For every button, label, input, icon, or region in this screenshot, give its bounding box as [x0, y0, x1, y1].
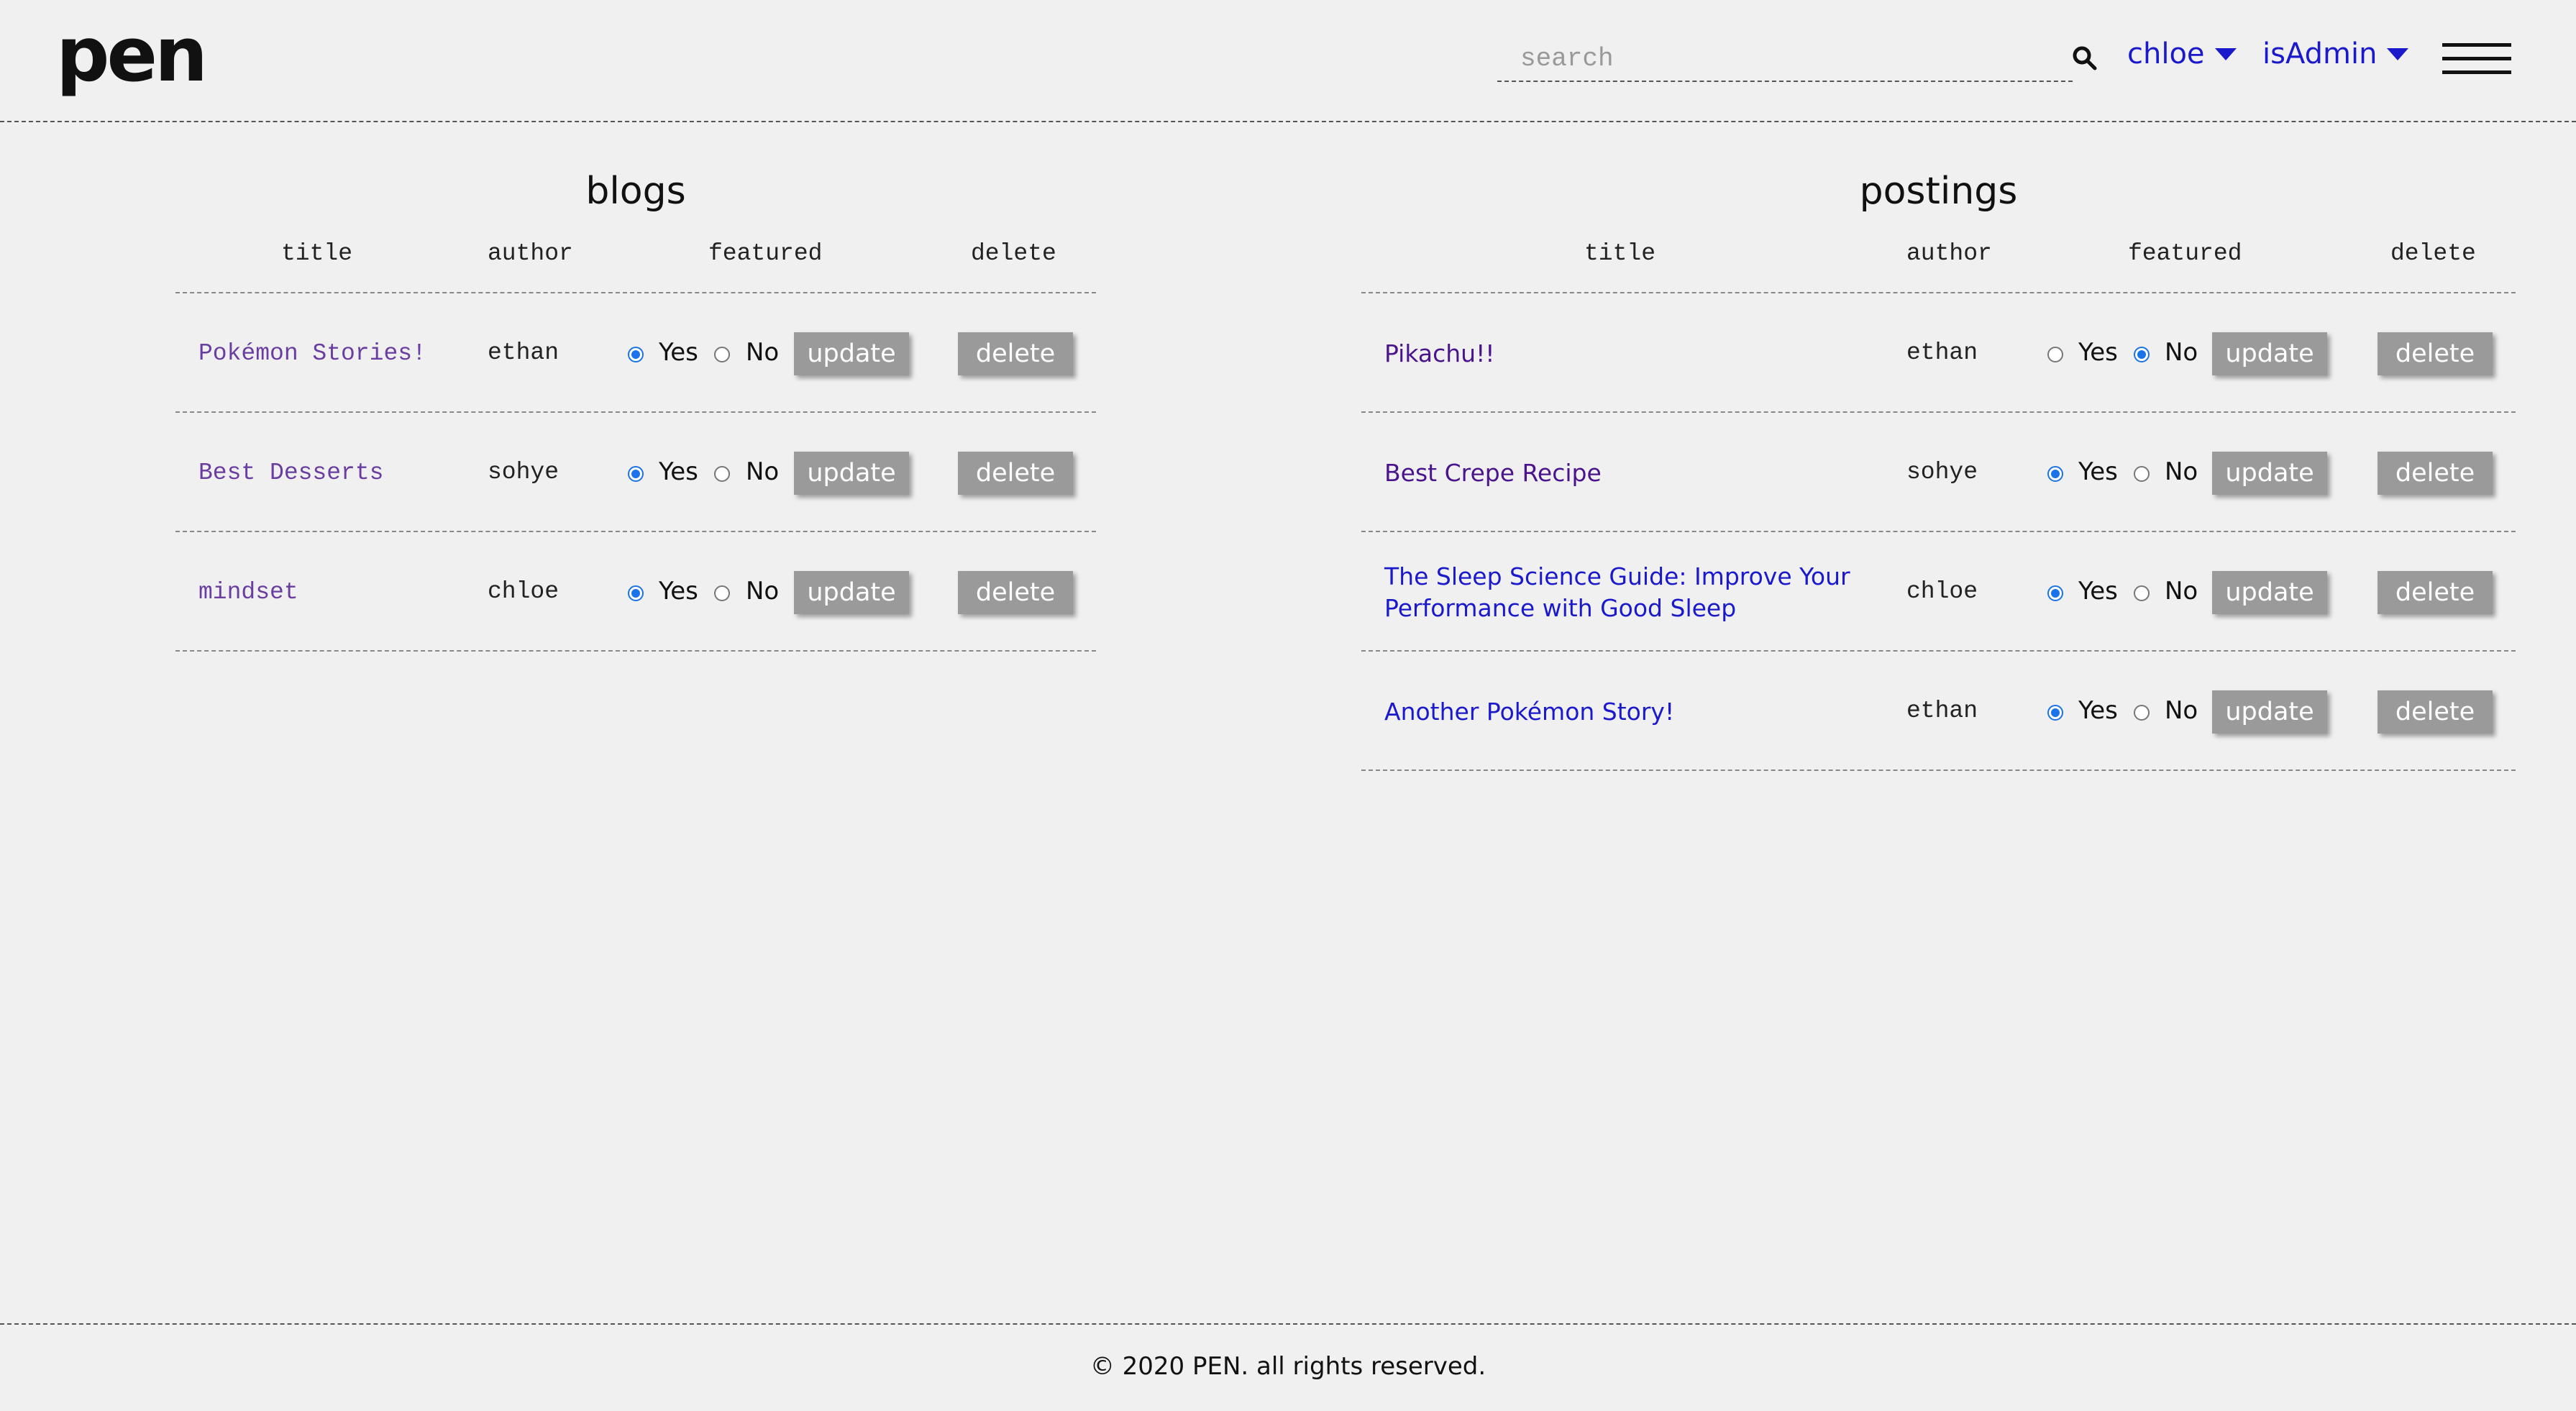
update-button[interactable]: update: [2212, 690, 2327, 734]
copyright-text: © 2020 PEN. all rights reserved.: [1090, 1352, 1486, 1381]
author-cell: chloe: [488, 578, 559, 605]
search-icon[interactable]: [2071, 45, 2097, 70]
site-logo[interactable]: pen: [56, 17, 208, 92]
featured-yes-label: Yes: [659, 457, 698, 486]
blog-title-link[interactable]: Best Desserts: [198, 457, 383, 489]
divider: [175, 531, 1096, 532]
blogs-heading: blogs: [585, 170, 686, 213]
featured-yes-radio[interactable]: [2047, 705, 2063, 721]
search-box: [1497, 37, 2073, 82]
blog-title-link[interactable]: Pokémon Stories!: [198, 338, 426, 370]
blogs-col-author: author: [488, 240, 573, 267]
hamburger-menu-icon[interactable]: [2442, 43, 2511, 75]
chevron-down-icon: [2387, 47, 2409, 60]
featured-yes-label: Yes: [2078, 338, 2118, 367]
author-cell: sohye: [488, 459, 559, 485]
update-button[interactable]: update: [794, 452, 909, 495]
delete-button[interactable]: delete: [958, 571, 1073, 614]
search-input[interactable]: [1519, 40, 2054, 76]
featured-yes-label: Yes: [2078, 577, 2118, 606]
posting-title-line: The Sleep Science Guide: Improve Your: [1384, 562, 1850, 590]
delete-button[interactable]: delete: [2378, 452, 2493, 495]
featured-yes-radio[interactable]: [628, 466, 644, 482]
delete-button[interactable]: delete: [2378, 690, 2493, 734]
featured-no-radio[interactable]: [714, 466, 730, 482]
update-button[interactable]: update: [2212, 571, 2327, 614]
blog-title-link[interactable]: mindset: [198, 577, 298, 608]
divider: [1361, 411, 2516, 413]
blogs-col-title: title: [281, 240, 353, 267]
featured-yes-radio[interactable]: [2047, 347, 2063, 362]
delete-button[interactable]: delete: [2378, 332, 2493, 375]
featured-yes-label: Yes: [2078, 696, 2118, 725]
featured-no-label: No: [746, 457, 780, 486]
site-header: pen chloe isAdmin: [0, 0, 2576, 122]
divider: [1361, 770, 2516, 771]
admin-dropdown[interactable]: isAdmin: [2262, 37, 2409, 70]
featured-no-label: No: [2165, 696, 2198, 725]
update-button[interactable]: update: [2212, 332, 2327, 375]
featured-no-radio[interactable]: [714, 585, 730, 601]
featured-no-label: No: [746, 577, 780, 606]
featured-yes-radio[interactable]: [628, 347, 644, 362]
author-cell: chloe: [1906, 578, 1978, 605]
divider: [1361, 531, 2516, 532]
delete-button[interactable]: delete: [2378, 571, 2493, 614]
posting-title-link[interactable]: The Sleep Science Guide: Improve Your Pe…: [1384, 561, 1850, 624]
user-dropdown-label: chloe: [2127, 37, 2205, 70]
featured-no-label: No: [746, 338, 780, 367]
posting-title-link[interactable]: Pikachu!!: [1384, 338, 1495, 370]
featured-no-radio[interactable]: [714, 347, 730, 362]
author-cell: ethan: [1906, 698, 1978, 724]
site-footer: © 2020 PEN. all rights reserved.: [0, 1323, 2576, 1411]
author-cell: sohye: [1906, 459, 1978, 485]
divider: [1361, 292, 2516, 293]
featured-no-radio[interactable]: [2134, 347, 2150, 362]
divider: [175, 650, 1096, 652]
postings-col-delete: delete: [2390, 240, 2476, 267]
blogs-col-featured: featured: [708, 240, 823, 267]
delete-button[interactable]: delete: [958, 452, 1073, 495]
featured-yes-radio[interactable]: [2047, 585, 2063, 601]
postings-col-author: author: [1906, 240, 1992, 267]
posting-title-link[interactable]: Another Pokémon Story!: [1384, 696, 1674, 728]
featured-yes-label: Yes: [659, 338, 698, 367]
update-button[interactable]: update: [794, 332, 909, 375]
postings-col-title: title: [1584, 240, 1656, 267]
featured-no-label: No: [2165, 457, 2198, 486]
featured-yes-label: Yes: [2078, 457, 2118, 486]
admin-dropdown-label: isAdmin: [2262, 37, 2378, 70]
author-cell: ethan: [488, 339, 559, 366]
user-dropdown[interactable]: chloe: [2127, 37, 2237, 70]
update-button[interactable]: update: [794, 571, 909, 614]
divider: [1361, 650, 2516, 652]
divider: [175, 411, 1096, 413]
update-button[interactable]: update: [2212, 452, 2327, 495]
delete-button[interactable]: delete: [958, 332, 1073, 375]
featured-no-label: No: [2165, 577, 2198, 606]
posting-title-link[interactable]: Best Crepe Recipe: [1384, 457, 1602, 489]
featured-yes-radio[interactable]: [2047, 466, 2063, 482]
featured-no-radio[interactable]: [2134, 466, 2150, 482]
featured-no-radio[interactable]: [2134, 705, 2150, 721]
blogs-col-delete: delete: [971, 240, 1056, 267]
postings-heading: postings: [1859, 170, 2018, 213]
divider: [175, 292, 1096, 293]
featured-yes-label: Yes: [659, 577, 698, 606]
posting-title-line: Performance with Good Sleep: [1384, 594, 1737, 622]
author-cell: ethan: [1906, 339, 1978, 366]
featured-no-radio[interactable]: [2134, 585, 2150, 601]
chevron-down-icon: [2214, 47, 2237, 60]
featured-yes-radio[interactable]: [628, 585, 644, 601]
featured-no-label: No: [2165, 338, 2198, 367]
postings-col-featured: featured: [2128, 240, 2242, 267]
